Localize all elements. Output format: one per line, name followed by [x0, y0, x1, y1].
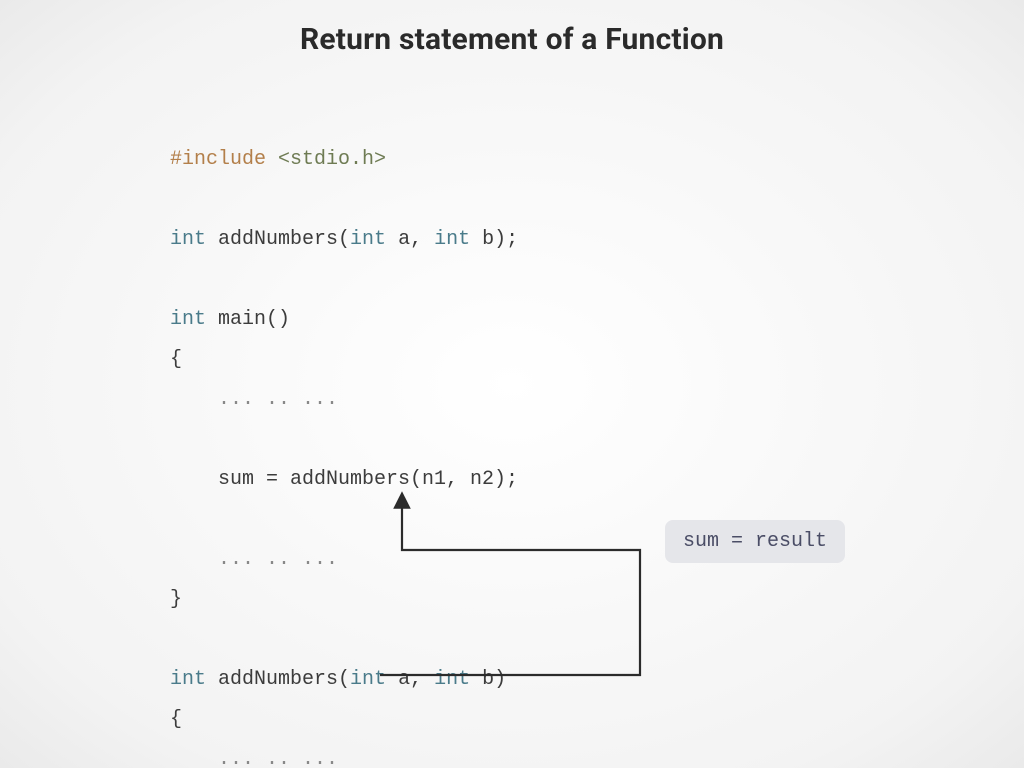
code-line-ellipsis: ... .. ...: [170, 748, 338, 768]
code-token-kw: int: [350, 668, 386, 691]
code-token: a,: [386, 228, 434, 251]
code-line: {: [170, 708, 182, 731]
code-token: a,: [386, 668, 434, 691]
code-line-ellipsis: ... .. ...: [170, 548, 338, 571]
code-line: {: [170, 348, 182, 371]
code-line-call: sum = addNumbers(n1, n2);: [170, 468, 518, 491]
code-token: b);: [470, 228, 518, 251]
code-block: #include <stdio.h> int addNumbers(int a,…: [170, 140, 518, 768]
code-token-kw: int: [350, 228, 386, 251]
code-token-kw: int: [434, 228, 470, 251]
annotation-badge: sum = result: [665, 520, 845, 563]
code-token-header: <stdio.h>: [266, 148, 386, 171]
code-token: addNumbers(: [206, 228, 350, 251]
code-token: main(): [206, 308, 290, 331]
code-token-kw: int: [170, 228, 206, 251]
code-token-include: #include: [170, 148, 266, 171]
code-line: }: [170, 588, 182, 611]
slide: Return statement of a Function #include …: [0, 0, 1024, 768]
slide-title: Return statement of a Function: [0, 22, 1024, 57]
code-token-kw: int: [170, 668, 206, 691]
code-line-ellipsis: ... .. ...: [170, 388, 338, 411]
code-token: addNumbers(: [206, 668, 350, 691]
code-token: b): [470, 668, 506, 691]
code-token-kw: int: [434, 668, 470, 691]
code-token-kw: int: [170, 308, 206, 331]
